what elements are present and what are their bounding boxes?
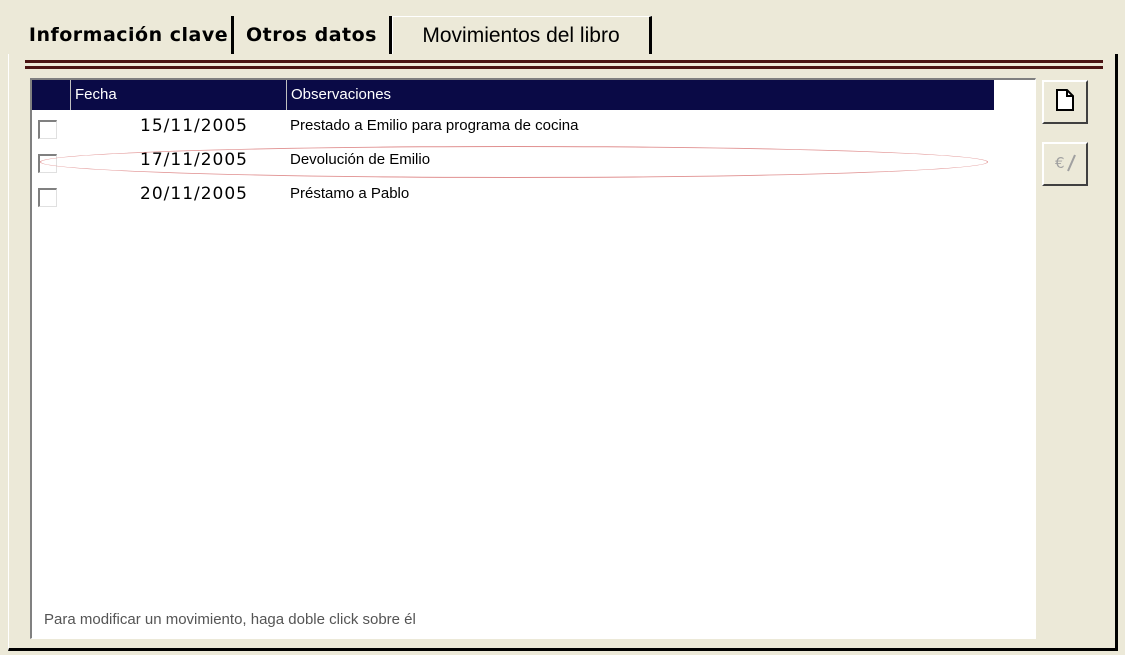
row-date: 20/11/2005 — [140, 184, 248, 204]
row-note: Préstamo a Pablo — [290, 185, 410, 202]
row-note: Prestado a Emilio para programa de cocin… — [290, 117, 579, 134]
list-header: Fecha Observaciones — [32, 80, 994, 110]
row-date: 15/11/2005 — [140, 116, 248, 136]
row-checkbox[interactable] — [38, 154, 57, 173]
svg-text:€: € — [1055, 154, 1065, 172]
column-header-fecha[interactable]: Fecha — [70, 80, 286, 110]
list-row[interactable]: 15/11/2005 Prestado a Emilio para progra… — [32, 110, 1032, 144]
hint-text: Para modificar un movimiento, haga doble… — [44, 611, 416, 628]
row-checkbox[interactable] — [38, 188, 57, 207]
new-movement-button[interactable] — [1042, 80, 1088, 124]
divider-line — [25, 60, 1103, 63]
divider-line — [25, 66, 1103, 69]
edit-icon: € — [1052, 150, 1078, 178]
row-checkbox[interactable] — [38, 120, 57, 139]
edit-movement-button[interactable]: € — [1042, 142, 1088, 186]
tab-informacion-clave[interactable]: Información clave — [26, 16, 234, 54]
tab-otros-datos[interactable]: Otros datos — [234, 16, 392, 54]
column-header-observaciones[interactable]: Observaciones — [286, 80, 994, 110]
list-row[interactable]: 20/11/2005 Préstamo a Pablo — [32, 178, 1032, 212]
row-date: 17/11/2005 — [140, 150, 248, 170]
list-row[interactable]: 17/11/2005 Devolución de Emilio — [32, 144, 1032, 178]
tab-movimientos-del-libro[interactable]: Movimientos del libro — [392, 16, 652, 54]
new-document-icon — [1054, 88, 1076, 116]
movements-list[interactable]: Fecha Observaciones 15/11/2005 Prestado … — [30, 78, 1036, 639]
row-note: Devolución de Emilio — [290, 151, 431, 168]
